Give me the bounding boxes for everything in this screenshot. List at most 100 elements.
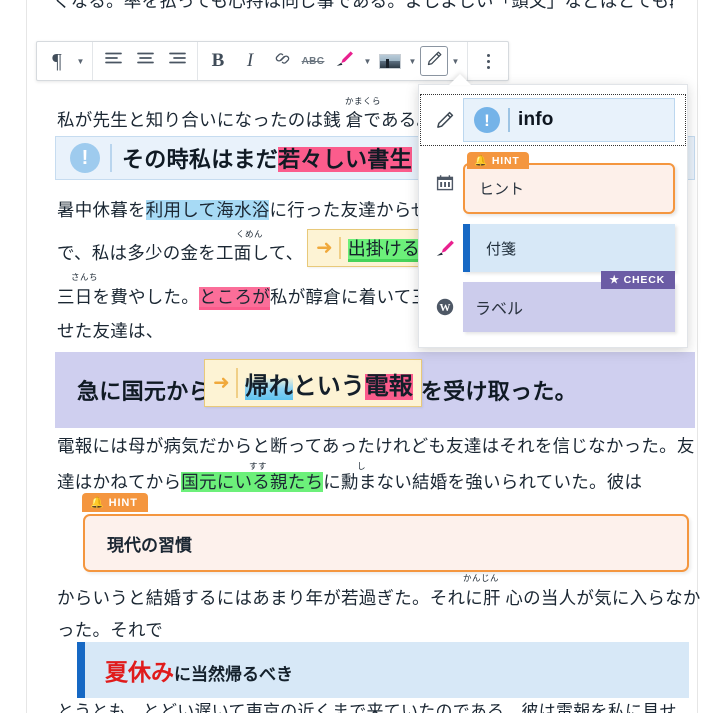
chip-kaere-hl: 電報 xyxy=(364,373,413,400)
info-callout-text: その時私はまだ若々しい書生 xyxy=(122,142,412,174)
dropdown-item-info-label: info xyxy=(518,109,554,130)
wordpress-icon: W xyxy=(427,297,463,317)
sticky-preview-box: 付箋 xyxy=(463,224,675,272)
ruby-shi: し xyxy=(357,461,367,471)
toolbar-group-more xyxy=(468,42,508,80)
info-callout-highlight: 若々しい書生 xyxy=(278,147,412,172)
align-center-button[interactable] xyxy=(129,42,161,80)
dropdown-item-hint-label: ヒント xyxy=(479,181,525,198)
sticky-text-rest: に当然帰るべき xyxy=(174,665,293,684)
marker-icon xyxy=(427,238,463,258)
pencil-icon xyxy=(427,110,463,130)
strikethrough-button[interactable]: ABC xyxy=(298,42,328,80)
divider xyxy=(235,368,238,398)
link-icon xyxy=(274,50,291,72)
doc-line-2-a: 暑中休暮を xyxy=(57,200,146,220)
ruby-kumen: くめん xyxy=(236,229,264,239)
chip-kaere-text: 帰れという電報 xyxy=(244,366,413,401)
doc-line-4-a: 三日を費やした。 xyxy=(57,287,199,307)
sticky-callout-text: 夏休みに当然帰るべき xyxy=(85,653,293,687)
sticky-callout-block[interactable]: 夏休みに当然帰るべき xyxy=(77,642,689,698)
marker-icon xyxy=(334,49,355,73)
doc-line-5: せた友達は、 xyxy=(57,321,164,341)
hint-preview-box: ヒント xyxy=(463,163,675,214)
star-icon: ★ xyxy=(609,274,620,286)
bold-button[interactable]: B xyxy=(202,42,234,80)
align-left-button[interactable] xyxy=(97,42,129,80)
exclamation-circle-icon: ! xyxy=(70,143,100,173)
chip-kaere-mid: という xyxy=(292,373,365,400)
formatting-toolbar[interactable]: ¶ ▼ B I ABC ▼ ▼ ▼ xyxy=(36,41,509,81)
doc-line-4: 三日を費やした。ところが私が醇倉に着いて三日と xyxy=(57,287,465,310)
bell-icon: 🔔 xyxy=(90,497,105,509)
hint-badge-label: HINT xyxy=(491,154,520,167)
doc-line-9: った。それで xyxy=(57,620,163,640)
strikethrough-icon: ABC xyxy=(301,55,325,67)
annotation-chip-kaere[interactable]: ➜ 帰れという電報 xyxy=(204,359,422,407)
dropdown-preview-label: ★ CHECK ラベル xyxy=(463,271,675,332)
doc-line-2: 暑中休暮を利用して海水浴に行った友達からぜひ来 xyxy=(57,200,464,220)
dropdown-item-hint[interactable]: 🔔 HINT ヒント xyxy=(419,147,687,219)
hint-badge-label: HINT xyxy=(108,496,138,509)
dropdown-item-info[interactable]: ! info xyxy=(419,93,687,147)
doc-line-2-highlight: 利用して海水浴 xyxy=(145,200,270,220)
pilcrow-icon: ¶ xyxy=(52,48,62,73)
toolbar-group-paragraph: ¶ ▼ xyxy=(37,42,93,80)
hint-badge: 🔔 HINT xyxy=(467,152,529,169)
ruby-sanchi: さんち xyxy=(71,272,99,282)
info-callout-plain: その時私はまだ xyxy=(122,147,279,172)
chevron-down-icon-paragraph[interactable]: ▼ xyxy=(73,42,88,80)
chevron-down-icon-image[interactable]: ▼ xyxy=(405,42,420,80)
align-right-button[interactable] xyxy=(161,42,193,80)
dropdown-preview-hint: 🔔 HINT ヒント xyxy=(463,152,675,214)
doc-line-1: 私が先生と知り合いになったのは銭 倉である。 xyxy=(57,110,435,130)
hint-callout-block[interactable]: 現代の習慣 xyxy=(83,514,689,572)
divider xyxy=(110,144,112,172)
exclamation-circle-icon: ! xyxy=(474,107,500,133)
chevron-down-icon-marker[interactable]: ▼ xyxy=(360,42,375,80)
doc-line-7-a: 達はかねてから xyxy=(57,472,182,492)
dropdown-item-sticky[interactable]: 付箋 xyxy=(419,219,687,277)
align-center-icon xyxy=(136,51,155,71)
marker-button[interactable] xyxy=(328,42,360,80)
italic-button[interactable]: I xyxy=(234,42,266,80)
dropdown-item-label-label: ラベル xyxy=(475,301,524,318)
image-button[interactable] xyxy=(375,42,405,80)
more-options-button[interactable] xyxy=(472,42,504,80)
toolbar-group-inline: B I ABC ▼ ▼ ▼ xyxy=(198,42,468,80)
clipped-top-line: くなる。率を払っても心持は同じ事である。よしよしい「頭文」などはとても段 xyxy=(53,0,673,11)
ruby-kanjin: かんじん xyxy=(463,573,500,583)
image-icon xyxy=(379,53,401,69)
ruby-kamakura: かまくら xyxy=(345,96,382,106)
link-button[interactable] xyxy=(266,42,298,80)
divider xyxy=(338,237,341,259)
ruby-susu: すす xyxy=(249,461,268,471)
divider xyxy=(508,108,510,132)
doc-line-8: からいうと結婚するにはあまり年が若過ぎた。それに肝 心の当人が気に入らなか xyxy=(57,588,701,608)
doc-line-clipped-bottom: とうとも、とどい遅いて東京の近くまで来ていたのである。彼は電報を私に見せ xyxy=(57,702,677,713)
chip-text-highlight: 出掛ける xyxy=(347,239,420,262)
dropdown-item-sticky-label: 付箋 xyxy=(486,240,517,258)
annotation-style-dropdown[interactable]: ! info 🔔 HINT ヒント 付箋 W ★ CHECK ラベル xyxy=(418,84,688,348)
arrow-right-icon: ➜ xyxy=(316,237,333,259)
bold-icon: B xyxy=(211,50,225,71)
svg-text:W: W xyxy=(440,302,451,314)
align-right-icon xyxy=(168,51,187,71)
annotate-button[interactable] xyxy=(420,46,448,76)
dropdown-preview-info: ! info xyxy=(463,98,675,142)
doc-line-3: で、私は多少の金を工面して、 xyxy=(57,243,304,263)
hint-badge: 🔔 HINT xyxy=(82,493,148,512)
calendar-icon xyxy=(427,173,463,193)
doc-line-7-highlight: 国元にいる親たち xyxy=(181,472,324,492)
doc-line-7: 達はかねてから国元にいる親たちに勳まない結婚を強いられていた。彼は xyxy=(57,472,642,492)
align-left-icon xyxy=(104,51,123,71)
paragraph-style-button[interactable]: ¶ xyxy=(41,42,73,80)
pencil-icon xyxy=(426,50,443,72)
kebab-icon xyxy=(486,53,490,69)
italic-icon: I xyxy=(246,50,254,71)
dropdown-item-label[interactable]: W ★ CHECK ラベル xyxy=(419,271,687,337)
doc-line-4-highlight: ところが xyxy=(199,287,270,310)
info-preview-box: ! info xyxy=(463,98,675,142)
check-badge: ★ CHECK xyxy=(601,271,675,289)
dropdown-pointer-arrow xyxy=(449,74,471,85)
